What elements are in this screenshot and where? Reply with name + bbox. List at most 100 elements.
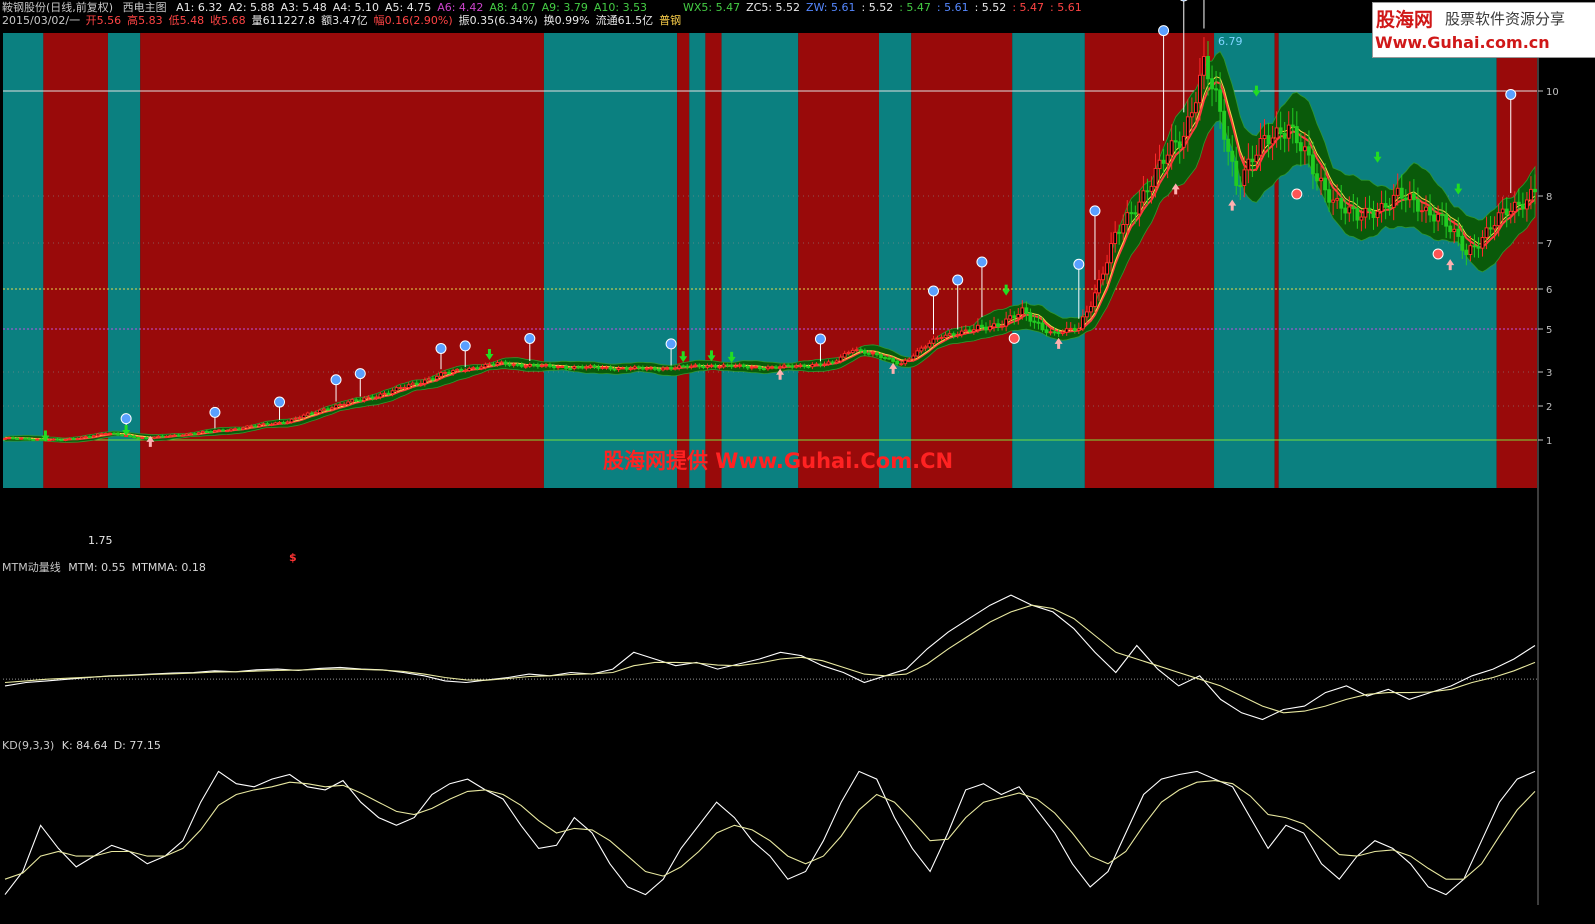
candle-body <box>1117 231 1122 234</box>
candle-body <box>911 355 916 360</box>
candle-body <box>1290 124 1295 128</box>
candle-body <box>523 365 528 368</box>
ma-value-5: A6: 4.42 <box>437 1 484 14</box>
candle-body <box>689 365 694 368</box>
candle-body <box>55 438 60 441</box>
candle-body <box>483 363 488 368</box>
zone-12 <box>1012 33 1085 488</box>
y-tick-label-6: 2 <box>1546 402 1552 413</box>
candle-body <box>1500 208 1505 214</box>
candle-body <box>108 432 112 435</box>
right-value-7: : 5.47 <box>1012 1 1045 14</box>
quote-value-4: 量611227.8 <box>251 14 316 27</box>
zone-0 <box>3 33 44 488</box>
ball-icon <box>1089 205 1101 217</box>
y-tick-label-3: 6 <box>1546 285 1552 296</box>
candle-body <box>1387 206 1392 209</box>
candle-body <box>947 333 952 336</box>
candle-body <box>725 364 730 367</box>
candle-body <box>1089 305 1093 313</box>
candle-body <box>463 369 468 372</box>
candle-body <box>1141 190 1146 203</box>
candle-body <box>552 365 556 369</box>
candle-body <box>1331 199 1336 203</box>
candle-body <box>475 367 480 370</box>
candle-body <box>988 326 992 331</box>
candle-body <box>1294 126 1299 144</box>
candle-body <box>418 382 423 385</box>
kd-title: KD(9,3,3) <box>2 739 55 752</box>
candle-body <box>1028 312 1033 322</box>
candle-body <box>1016 314 1021 319</box>
candle-body <box>164 435 169 438</box>
guhai-logo[interactable]: 股海网 股票软件资源分享 Www.Guhai.com.cn <box>1372 2 1595 58</box>
y-tick-label-5: 3 <box>1546 368 1552 379</box>
candle-body <box>414 382 419 385</box>
candle-body <box>390 390 395 395</box>
candle-body <box>422 379 427 384</box>
candle-body <box>766 366 770 370</box>
candle-body <box>564 366 569 369</box>
candle-body <box>1068 327 1073 330</box>
candle-body <box>1424 206 1428 212</box>
right-value-4: : 5.47 <box>899 1 931 14</box>
right-value-5: : 5.61 <box>936 1 969 14</box>
logo-url: Www.Guhai.com.cn <box>1375 33 1550 52</box>
zone-7 <box>705 33 722 488</box>
candle-body <box>540 365 544 368</box>
candle-body <box>1367 207 1372 212</box>
candle-body <box>996 323 1000 327</box>
candle-body <box>669 367 674 370</box>
ma-value-6: A8: 4.07 <box>489 1 536 14</box>
candle-body <box>75 437 80 440</box>
candle-body <box>854 349 859 352</box>
candle-body <box>1403 197 1408 201</box>
candle-body <box>132 435 137 439</box>
candle-body <box>1464 249 1469 256</box>
candle-body <box>184 433 189 436</box>
candle-body <box>531 364 536 367</box>
candle-body <box>1198 74 1202 104</box>
candle-body <box>229 428 233 432</box>
candle-body <box>19 437 24 440</box>
candle-body <box>1448 225 1453 233</box>
candle-body <box>871 352 875 355</box>
zone-16 <box>1278 33 1497 488</box>
candle-body <box>1351 206 1356 210</box>
candle-body <box>479 366 484 369</box>
candle-body <box>439 372 443 377</box>
candle-body <box>1496 212 1501 227</box>
annotation-dollar: $ <box>289 551 297 564</box>
candle-body <box>729 364 734 368</box>
candle-body <box>1000 325 1005 328</box>
candle-body <box>257 424 262 427</box>
candle-body <box>1339 197 1344 209</box>
candle-body <box>705 365 710 368</box>
candle-body <box>1012 315 1017 319</box>
candle-body <box>253 425 258 428</box>
candle-body <box>156 435 161 438</box>
candle-body <box>923 346 928 349</box>
candle-body <box>1125 212 1130 226</box>
candle-body <box>1319 177 1323 182</box>
candle-body <box>386 392 391 395</box>
candle-body <box>3 437 7 440</box>
candle-body <box>891 357 896 362</box>
candle-body <box>1250 158 1255 163</box>
candle-body <box>919 347 924 352</box>
candle-body <box>955 334 960 337</box>
candle-body <box>1024 307 1029 314</box>
mtm-values: MTM: 0.55 MTMMA: 0.18 <box>68 561 212 574</box>
candle-body <box>1516 201 1521 205</box>
candle-body <box>980 324 984 328</box>
candle-body <box>79 436 84 439</box>
candle-body <box>762 368 766 371</box>
ball-icon <box>524 332 536 344</box>
quote-value-3: 收5.68 <box>210 14 246 27</box>
chart-stage: 10 8 7 6 5 3 2 1 6.79 1.75 $ 股海网提供 Www.Guhai.Com.… <box>0 0 1595 920</box>
watermark: 股海网提供 Www.Guhai.Com.CN <box>603 449 953 473</box>
quote-value-5: 额3.47亿 <box>321 14 368 27</box>
candle-body <box>1533 188 1537 193</box>
zone-8 <box>721 33 799 488</box>
candle-body <box>289 418 294 423</box>
